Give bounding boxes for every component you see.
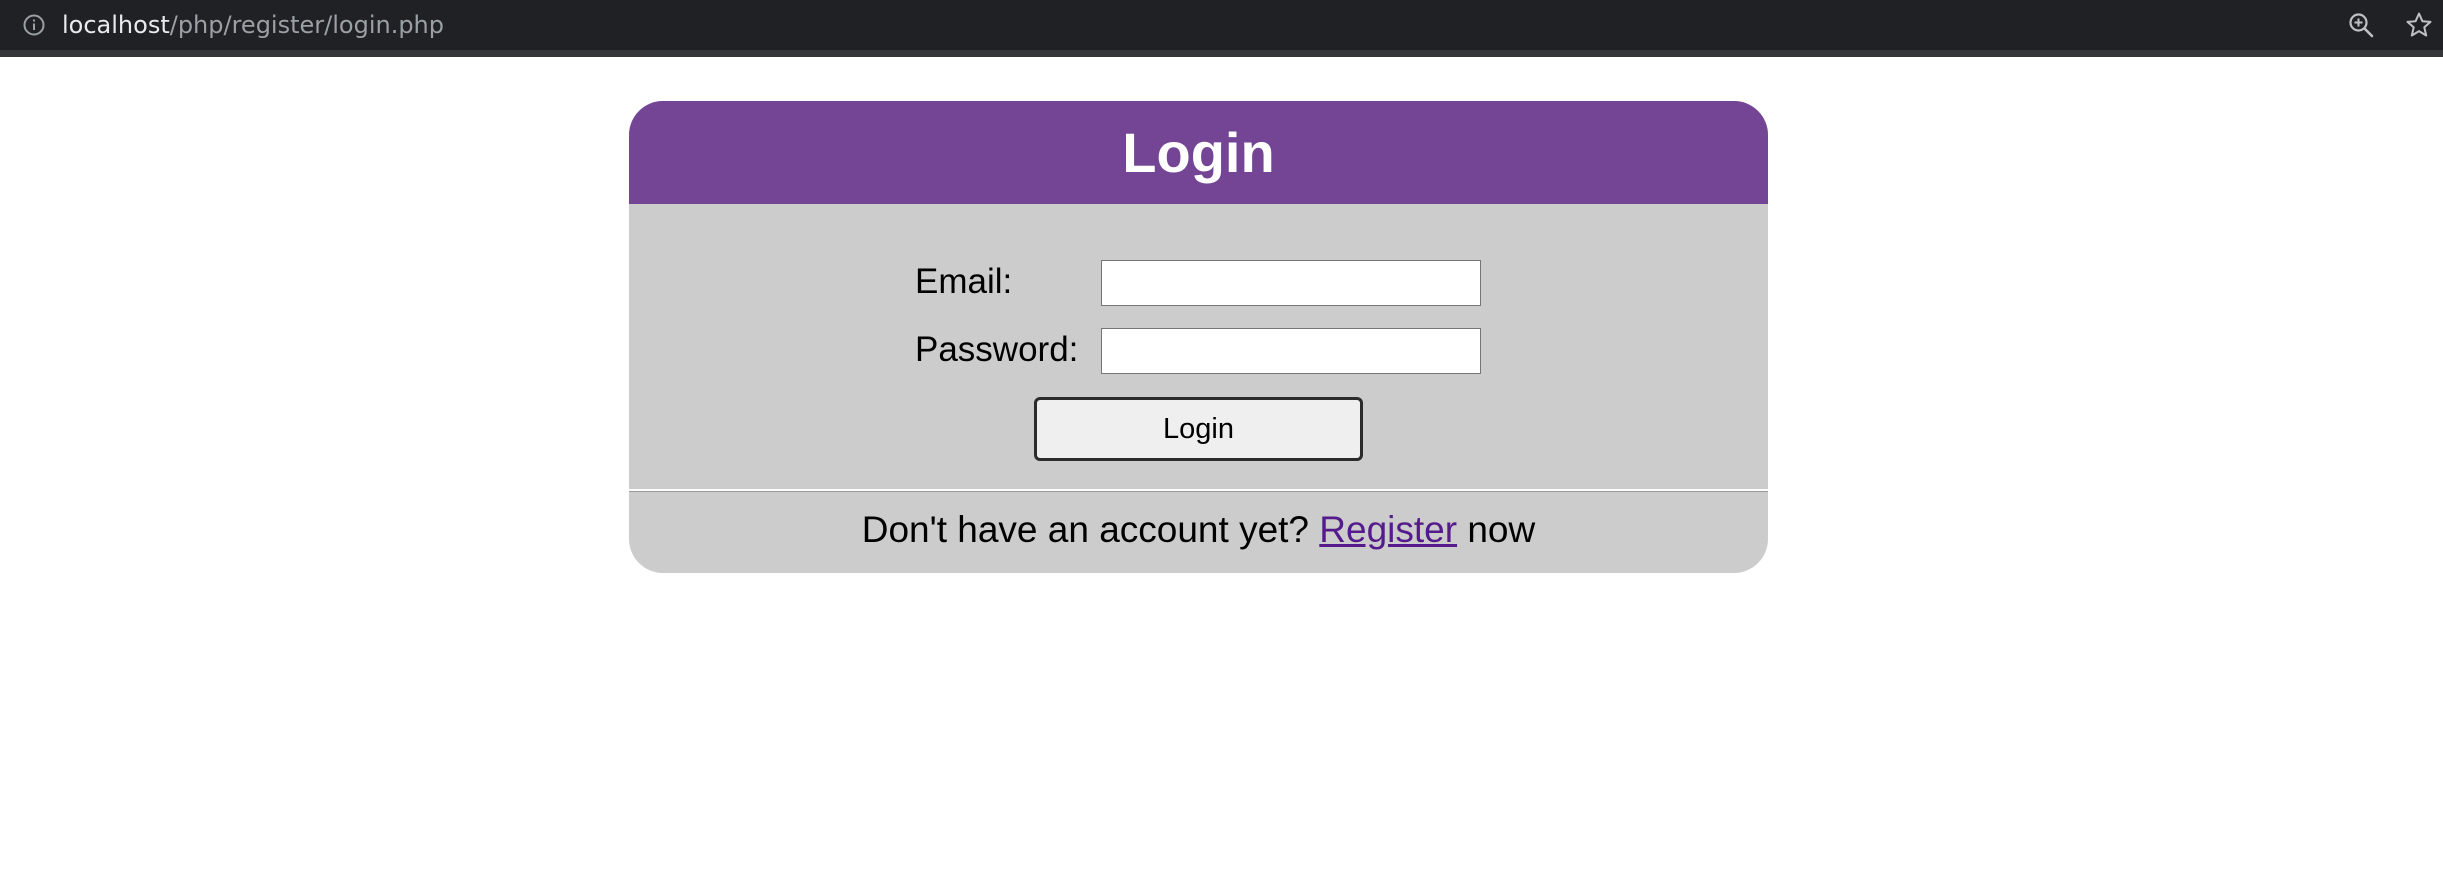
login-card-header: Login: [629, 101, 1768, 204]
login-card: Login Email: Password: Login Don't have …: [629, 101, 1768, 573]
divider: [629, 489, 1768, 492]
password-label: Password:: [915, 330, 1079, 369]
info-icon[interactable]: [23, 14, 45, 36]
url-field[interactable]: localhost/php/register/login.php: [62, 9, 444, 41]
browser-address-bar: localhost/php/register/login.php: [0, 0, 2443, 57]
password-field[interactable]: [1101, 328, 1481, 374]
register-prompt-suffix: now: [1457, 509, 1536, 550]
page-title: Login: [1122, 121, 1275, 184]
email-label: Email:: [915, 262, 1013, 301]
bookmark-star-icon[interactable]: [2405, 11, 2433, 39]
register-prompt-prefix: Don't have an account yet?: [861, 509, 1320, 550]
email-field[interactable]: [1101, 260, 1481, 306]
login-button[interactable]: Login: [1034, 397, 1363, 461]
register-link[interactable]: Register: [1319, 509, 1457, 550]
url-host: localhost: [62, 11, 170, 39]
url-path: /php/register/login.php: [169, 11, 444, 39]
zoom-in-icon[interactable]: [2348, 12, 2374, 38]
register-prompt: Don't have an account yet? Register now: [629, 508, 1768, 552]
